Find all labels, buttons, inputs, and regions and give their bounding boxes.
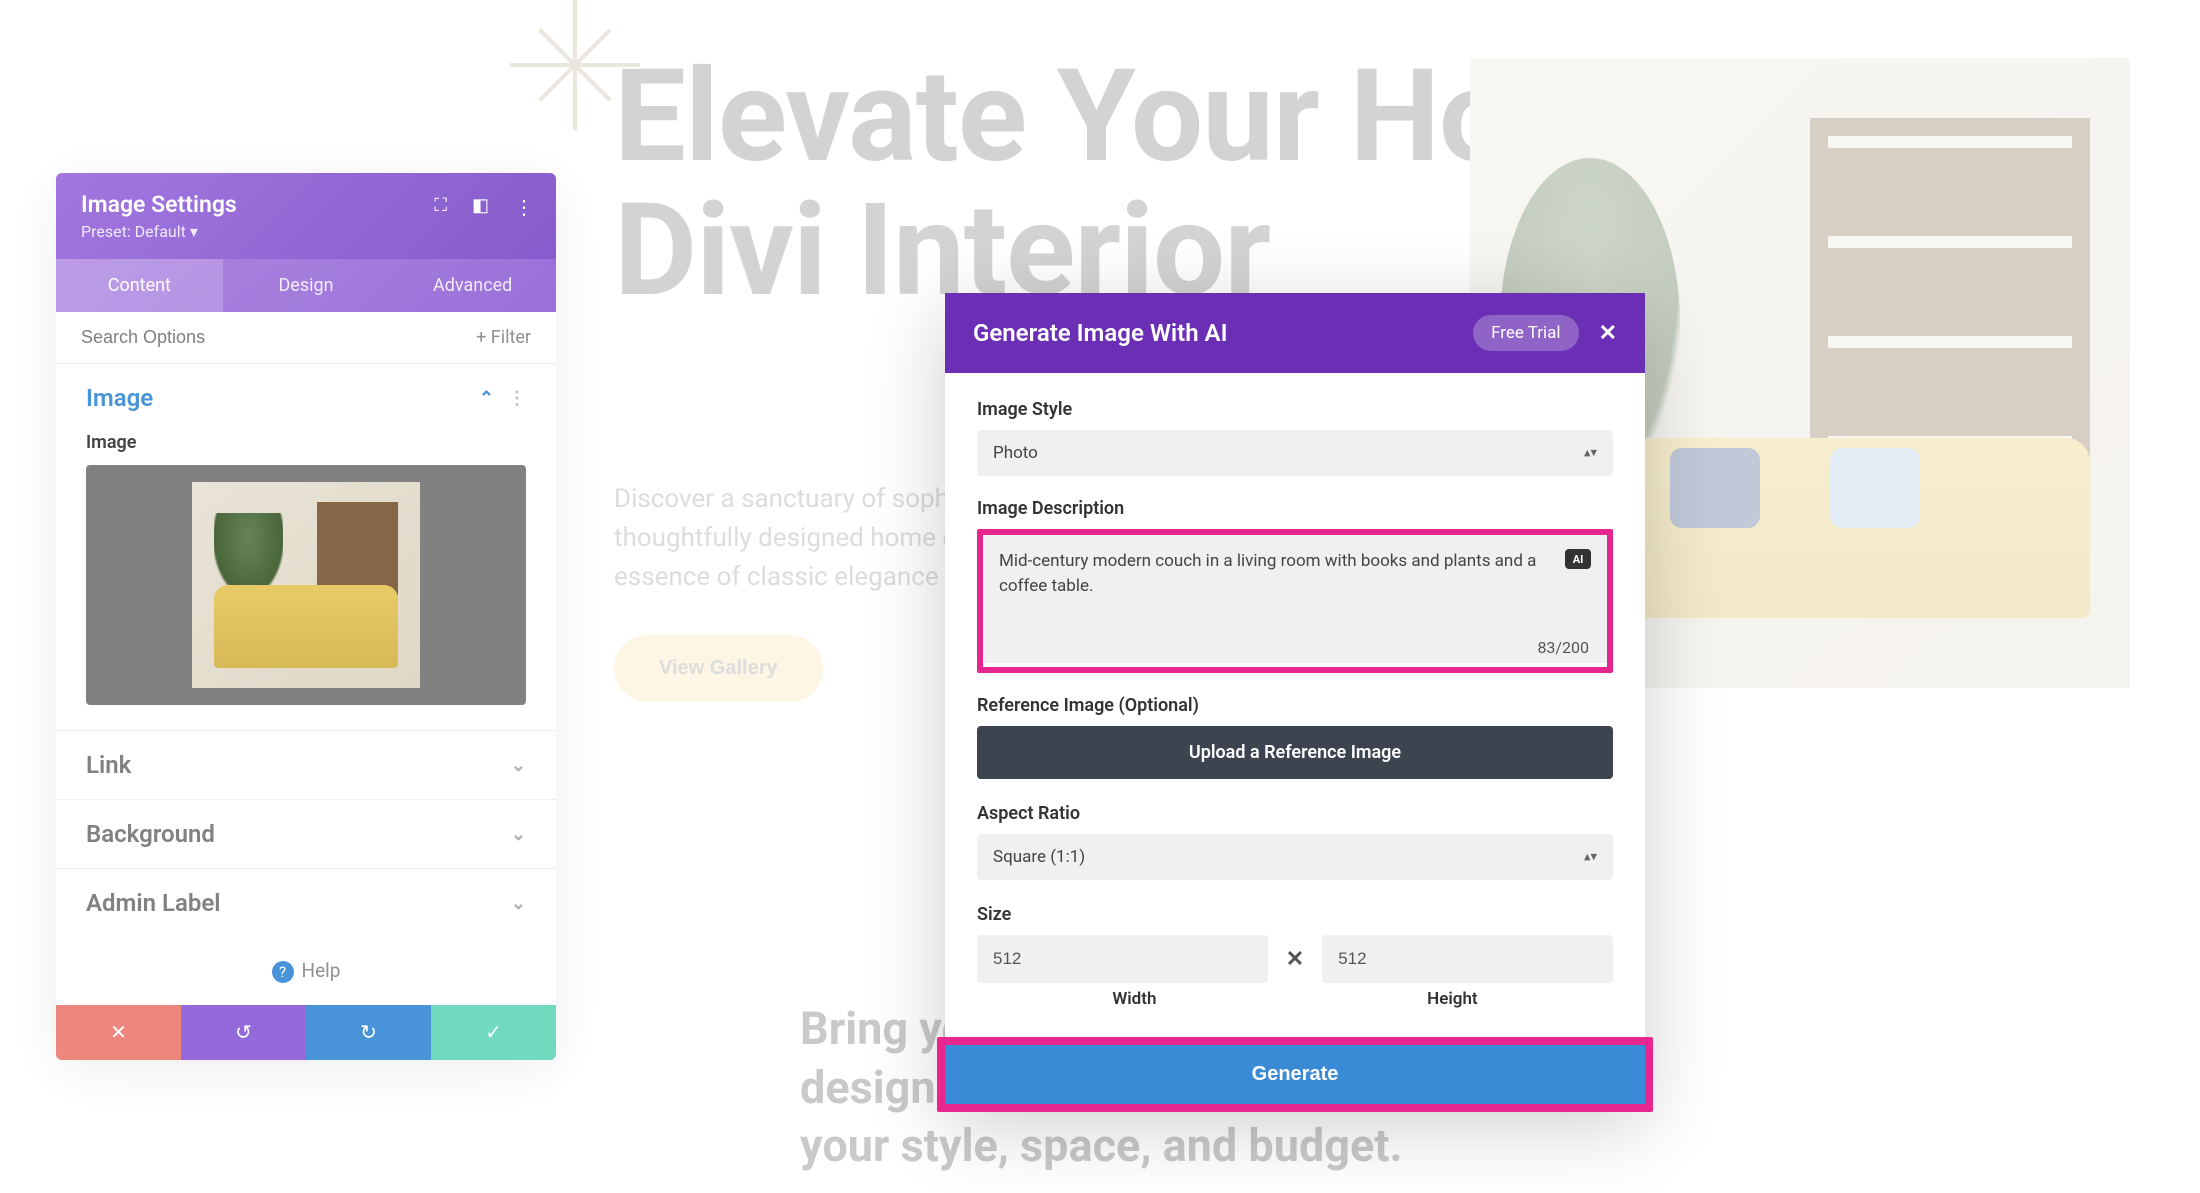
ai-dialog-title: Generate Image With AI xyxy=(973,319,1227,347)
more-icon[interactable]: ⋮ xyxy=(514,195,534,219)
image-style-value: Photo xyxy=(993,443,1038,463)
settings-toolbar: + Filter xyxy=(56,312,556,363)
settings-actions: ✕ ↺ ↻ ✓ xyxy=(56,1005,556,1060)
aspect-ratio-select[interactable]: Square (1:1) ▴▾ xyxy=(977,834,1613,880)
sparkle-icon xyxy=(510,0,640,130)
check-icon: ✓ xyxy=(485,1020,502,1044)
chevron-down-icon: ▾ xyxy=(190,222,198,241)
multiply-icon: ✕ xyxy=(1286,947,1304,972)
secondary-heading-line: your style, space, and budget. xyxy=(800,1117,1610,1176)
section-link[interactable]: Link ⌄ xyxy=(56,731,556,799)
ai-dialog-header: Generate Image With AI Free Trial ✕ xyxy=(945,293,1645,373)
search-input[interactable] xyxy=(81,327,351,348)
filter-label: Filter xyxy=(491,327,531,348)
view-gallery-button[interactable]: View Gallery xyxy=(614,635,823,702)
free-trial-badge[interactable]: Free Trial xyxy=(1473,315,1579,351)
redo-button[interactable]: ↻ xyxy=(306,1005,431,1060)
tab-advanced[interactable]: Advanced xyxy=(389,259,556,312)
chevron-down-icon: ⌄ xyxy=(511,893,526,914)
section-image[interactable]: Image ⌃ ⋮ xyxy=(56,364,556,432)
aspect-ratio-value: Square (1:1) xyxy=(993,847,1085,867)
undo-button[interactable]: ↺ xyxy=(181,1005,306,1060)
section-admin-label-text: Admin Label xyxy=(86,889,221,917)
image-description-highlight: AI 83/200 xyxy=(977,529,1613,673)
save-button[interactable]: ✓ xyxy=(431,1005,556,1060)
settings-header: Image Settings Preset: Default ▾ ⛶ ◧ ⋮ xyxy=(56,173,556,259)
image-thumbnail xyxy=(192,482,421,688)
ai-badge-icon[interactable]: AI xyxy=(1565,549,1591,569)
reference-image-label: Reference Image (Optional) xyxy=(977,695,1613,716)
cancel-button[interactable]: ✕ xyxy=(56,1005,181,1060)
upload-reference-button[interactable]: Upload a Reference Image xyxy=(977,726,1613,779)
expand-icon[interactable]: ⛶ xyxy=(434,195,447,219)
generate-image-ai-dialog: Generate Image With AI Free Trial ✕ Imag… xyxy=(945,293,1645,1104)
help-link[interactable]: ? Help xyxy=(56,937,556,1005)
image-preview[interactable] xyxy=(86,465,526,705)
chevron-up-icon: ⌃ xyxy=(479,388,494,409)
width-label: Width xyxy=(1112,989,1156,1009)
close-icon: ✕ xyxy=(110,1020,127,1044)
help-label: Help xyxy=(302,959,341,982)
select-caret-icon: ▴▾ xyxy=(1584,850,1597,865)
preset-selector[interactable]: Preset: Default ▾ xyxy=(81,222,531,241)
more-icon[interactable]: ⋮ xyxy=(508,388,526,409)
aspect-ratio-label: Aspect Ratio xyxy=(977,803,1613,824)
char-count: 83/200 xyxy=(1537,638,1589,657)
chevron-down-icon: ⌄ xyxy=(511,824,526,845)
image-style-label: Image Style xyxy=(977,399,1613,420)
image-settings-panel: Image Settings Preset: Default ▾ ⛶ ◧ ⋮ C… xyxy=(56,173,556,1060)
image-field-label: Image xyxy=(86,432,526,453)
preset-label: Preset: Default xyxy=(81,222,186,241)
settings-body: Image ⌃ ⋮ Image Link ⌄ xyxy=(56,363,556,937)
tab-content[interactable]: Content xyxy=(56,259,223,312)
section-admin-label[interactable]: Admin Label ⌄ xyxy=(56,869,556,937)
layout-icon[interactable]: ◧ xyxy=(472,195,489,219)
tab-design[interactable]: Design xyxy=(223,259,390,312)
width-input[interactable] xyxy=(977,935,1268,983)
height-label: Height xyxy=(1427,989,1477,1009)
filter-button[interactable]: + Filter xyxy=(476,327,531,348)
undo-icon: ↺ xyxy=(235,1020,252,1044)
image-description-input[interactable] xyxy=(983,535,1607,663)
chevron-down-icon: ⌄ xyxy=(511,755,526,776)
close-icon[interactable]: ✕ xyxy=(1599,321,1617,346)
generate-button[interactable]: Generate xyxy=(945,1045,1645,1104)
ai-dialog-body: Image Style Photo ▴▾ Image Description A… xyxy=(945,373,1645,1037)
section-image-label: Image xyxy=(86,384,153,412)
hero-title: Elevate Your Home With Divi Interior xyxy=(614,50,2200,319)
help-icon: ? xyxy=(272,961,294,983)
generate-highlight: Generate xyxy=(937,1037,1653,1112)
section-link-label: Link xyxy=(86,751,131,779)
section-background[interactable]: Background ⌄ xyxy=(56,800,556,868)
select-caret-icon: ▴▾ xyxy=(1584,446,1597,461)
image-style-select[interactable]: Photo ▴▾ xyxy=(977,430,1613,476)
settings-tabs: Content Design Advanced xyxy=(56,259,556,312)
height-input[interactable] xyxy=(1322,935,1613,983)
size-label: Size xyxy=(977,904,1613,925)
image-description-label: Image Description xyxy=(977,498,1613,519)
redo-icon: ↻ xyxy=(360,1020,377,1044)
section-background-label: Background xyxy=(86,820,215,848)
